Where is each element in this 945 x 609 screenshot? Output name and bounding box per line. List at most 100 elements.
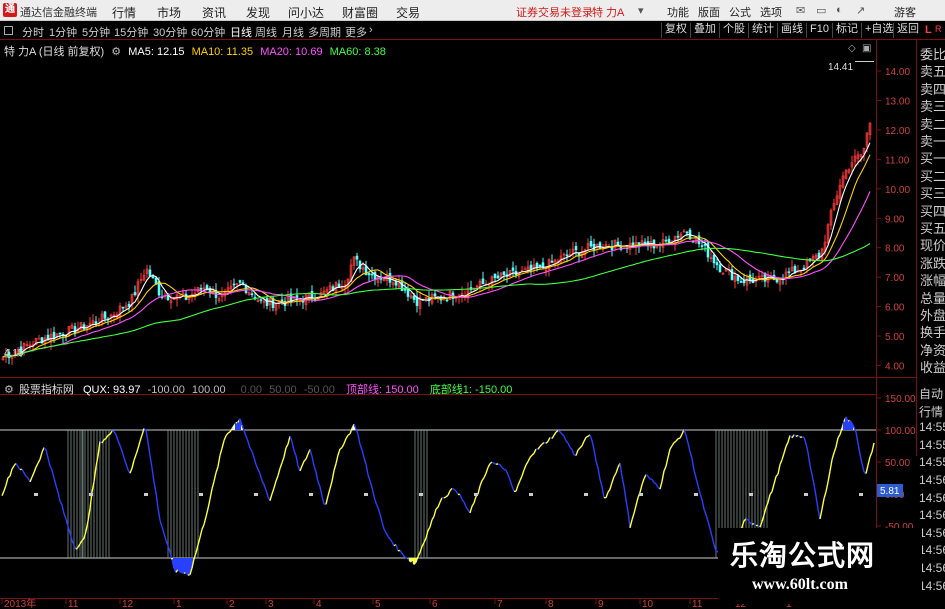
oscillator-segment: [709, 528, 713, 537]
indicator-qux: QUX: 93.97: [83, 384, 141, 396]
oscillator-segment: [23, 472, 27, 477]
oscillator-segment: [315, 471, 319, 482]
oscillator-segment: [809, 465, 813, 475]
oscillator-segment: [563, 435, 567, 442]
oscillator-segment: [365, 464, 369, 475]
oscillator-segment: [583, 437, 587, 442]
oscillator-segment: [419, 546, 423, 553]
oscillator-segment: [215, 466, 219, 473]
oscillator-segment: [227, 431, 231, 434]
oscillator-segment: [163, 533, 167, 541]
candle-body: [94, 321, 98, 324]
oscillator-segment: [579, 445, 583, 449]
oscillator-segment: [289, 435, 293, 442]
date-label: 6: [432, 599, 438, 609]
date-label: 7: [497, 599, 503, 609]
oscillator-segment: [119, 445, 123, 452]
oscillator-segment: [261, 480, 265, 485]
oscillator-segment: [505, 469, 509, 475]
oscillator-segment: [769, 491, 773, 495]
quote-time-item: 14:55: [919, 420, 945, 435]
date-label: 9: [598, 599, 604, 609]
oscillator-segment: [345, 434, 349, 439]
oscillator-segment: [361, 449, 365, 458]
oscillator-segment: [329, 481, 333, 489]
oscillator-segment: [107, 433, 111, 436]
oscillator-segment: [45, 449, 49, 458]
oscillator-segment: [137, 441, 141, 449]
quote-item: 收益: [920, 360, 945, 376]
zero-dot: [309, 493, 313, 496]
price-tick-label: 7.00: [885, 273, 905, 284]
oscillator-segment: [697, 485, 701, 494]
oscillator-segment: [787, 435, 791, 443]
oscillator-segment: [359, 444, 363, 451]
candle-body: [592, 243, 596, 251]
indicator-settings-icon[interactable]: ⚙: [4, 384, 14, 396]
oscillator-segment: [123, 457, 127, 464]
zero-dot: [529, 493, 533, 496]
oscillator-segment: [395, 544, 399, 552]
oscillator-segment: [767, 494, 771, 503]
zero-dot: [89, 493, 93, 496]
zero-dot: [254, 493, 258, 496]
oscillator-segment: [655, 483, 659, 488]
oscillator-segment: [453, 488, 457, 492]
oscillator-segment: [499, 464, 503, 468]
oscillator-segment: [253, 457, 257, 465]
kline-chart[interactable]: 14.0013.0012.0011.0010.009.008.007.006.0…: [0, 0, 945, 609]
oscillator-segment: [585, 435, 589, 438]
indicator-lower: -100.00: [147, 384, 185, 396]
oscillator-segment: [827, 470, 831, 483]
oscillator-segment: [561, 433, 565, 437]
oscillator-segment: [485, 467, 489, 474]
oscillator-segment: [529, 454, 533, 458]
oscillator-segment: [447, 490, 451, 496]
oscillator-segment: [771, 483, 775, 492]
candle-body: [58, 332, 62, 335]
oscillator-segment: [699, 493, 703, 500]
oscillator-segment: [745, 518, 749, 521]
oscillator-segment: [131, 460, 135, 469]
candle-body: [367, 273, 371, 276]
oscillator-segment: [145, 429, 149, 443]
oscillator-segment: [619, 463, 623, 477]
oscillator-segment: [429, 519, 433, 528]
oscillator-segment: [673, 440, 677, 444]
oscillator-segment: [597, 467, 601, 480]
candle-body: [82, 324, 86, 330]
zero-dot: [859, 493, 863, 496]
oscillator-segment: [201, 524, 205, 530]
oscillator-segment: [575, 449, 579, 456]
oscillator-segment: [823, 491, 827, 499]
oscillator-segment: [37, 459, 41, 464]
oscillator-segment: [151, 467, 155, 483]
oscillator-segment: [29, 476, 33, 483]
oscillator-segment: [381, 521, 385, 530]
settings-icon[interactable]: ⚙: [111, 46, 121, 58]
oscillator-segment: [537, 446, 541, 450]
oscillator-segment: [517, 480, 521, 486]
oscillator-segment: [293, 450, 297, 456]
oscillator-segment: [337, 448, 341, 456]
oscillator-segment: [153, 482, 157, 493]
zero-dot: [34, 493, 38, 496]
oscillator-segment: [557, 430, 561, 433]
ma10-line: [2, 154, 871, 358]
oscillator-segment: [159, 519, 163, 527]
oscillator-segment: [157, 508, 161, 521]
quote-item: 委比: [920, 47, 945, 62]
oscillator-segment: [11, 465, 15, 470]
oscillator-segment: [779, 459, 783, 465]
oscillator-segment: [263, 484, 267, 491]
oscillator-segment: [859, 453, 863, 464]
watermark: 乐淘公式网 www.60lt.com: [718, 528, 922, 604]
oscillator-segment: [129, 468, 133, 474]
price-tick-label: 13.00: [885, 96, 910, 107]
date-label: 8: [548, 599, 554, 609]
oscillator-segment: [773, 476, 777, 485]
oscillator-segment: [531, 452, 535, 456]
candle-body: [523, 268, 527, 271]
oscillator-segment: [647, 475, 651, 480]
oscillator-segment: [525, 461, 529, 466]
